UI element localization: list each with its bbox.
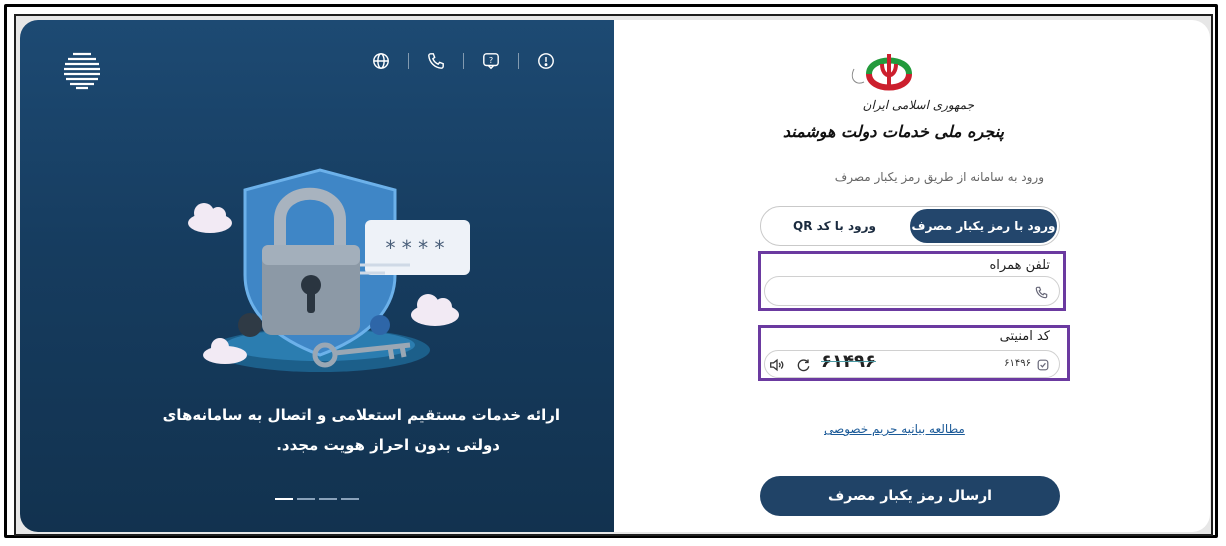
privacy-link[interactable]: مطالعه بیانیه حریم خصوصی [824, 422, 965, 436]
promo-panel: ? * * * * ارائه خدمات مستقیم استعلامی و … [20, 20, 614, 532]
brand-globe-logo [64, 52, 100, 90]
login-panel: جمهوری اسلامی ایران پنجره ملی خدمات دولت… [614, 20, 1210, 532]
svg-text:?: ? [489, 55, 493, 65]
portal-title: پنجره ملی خدمات دولت هوشمند [782, 122, 1004, 141]
carousel-indicator [275, 498, 359, 500]
captcha-field[interactable]: ۶۱۴۹۶ ۶۱۴۹۶ [764, 350, 1060, 378]
refresh-icon[interactable] [795, 357, 811, 373]
divider [408, 53, 409, 69]
password-mask: * * * * [385, 236, 444, 260]
captcha-input-value: ۶۱۴۹۶ [1004, 358, 1031, 369]
promo-line-2: دولتی بدون احراز هویت مجدد. [276, 436, 500, 454]
carousel-dot[interactable] [297, 498, 315, 500]
checkbox-icon [1035, 357, 1051, 373]
phone-icon[interactable] [425, 50, 447, 72]
info-icon[interactable] [535, 50, 557, 72]
speaker-icon[interactable] [769, 357, 785, 373]
phone-icon [1033, 284, 1049, 300]
divider [463, 53, 464, 69]
captcha-image: ۶۱۴۹۶ [821, 351, 876, 372]
login-subtitle: ورود به سامانه از طریق رمز یکبار مصرف [834, 170, 1044, 184]
phone-field[interactable] [764, 276, 1060, 306]
gov-name: جمهوری اسلامی ایران [862, 98, 974, 112]
tab-otp[interactable]: ورود با رمز یکبار مصرف [910, 209, 1057, 243]
carousel-dot[interactable] [275, 498, 293, 500]
security-lock-illustration: * * * * [188, 168, 470, 372]
globe-icon[interactable] [370, 50, 392, 72]
captcha-label: کد امنیتی [999, 329, 1050, 344]
send-otp-button[interactable]: ارسال رمز یکبار مصرف [760, 476, 1060, 516]
login-method-tabs: ورود با رمز یکبار مصرف ورود با کد QR [760, 206, 1060, 246]
promo-text: ارائه خدمات مستقیم استعلامی و اتصال به س… [60, 400, 560, 460]
topbar-icons: ? [370, 50, 557, 72]
phone-label: تلفن همراه [989, 258, 1051, 273]
promo-line-1: ارائه خدمات مستقیم استعلامی و اتصال به س… [162, 406, 560, 424]
carousel-dot[interactable] [341, 498, 359, 500]
tab-qr[interactable]: ورود با کد QR [761, 207, 908, 245]
carousel-dot[interactable] [319, 498, 337, 500]
chat-help-icon[interactable]: ? [480, 50, 502, 72]
divider [518, 53, 519, 69]
